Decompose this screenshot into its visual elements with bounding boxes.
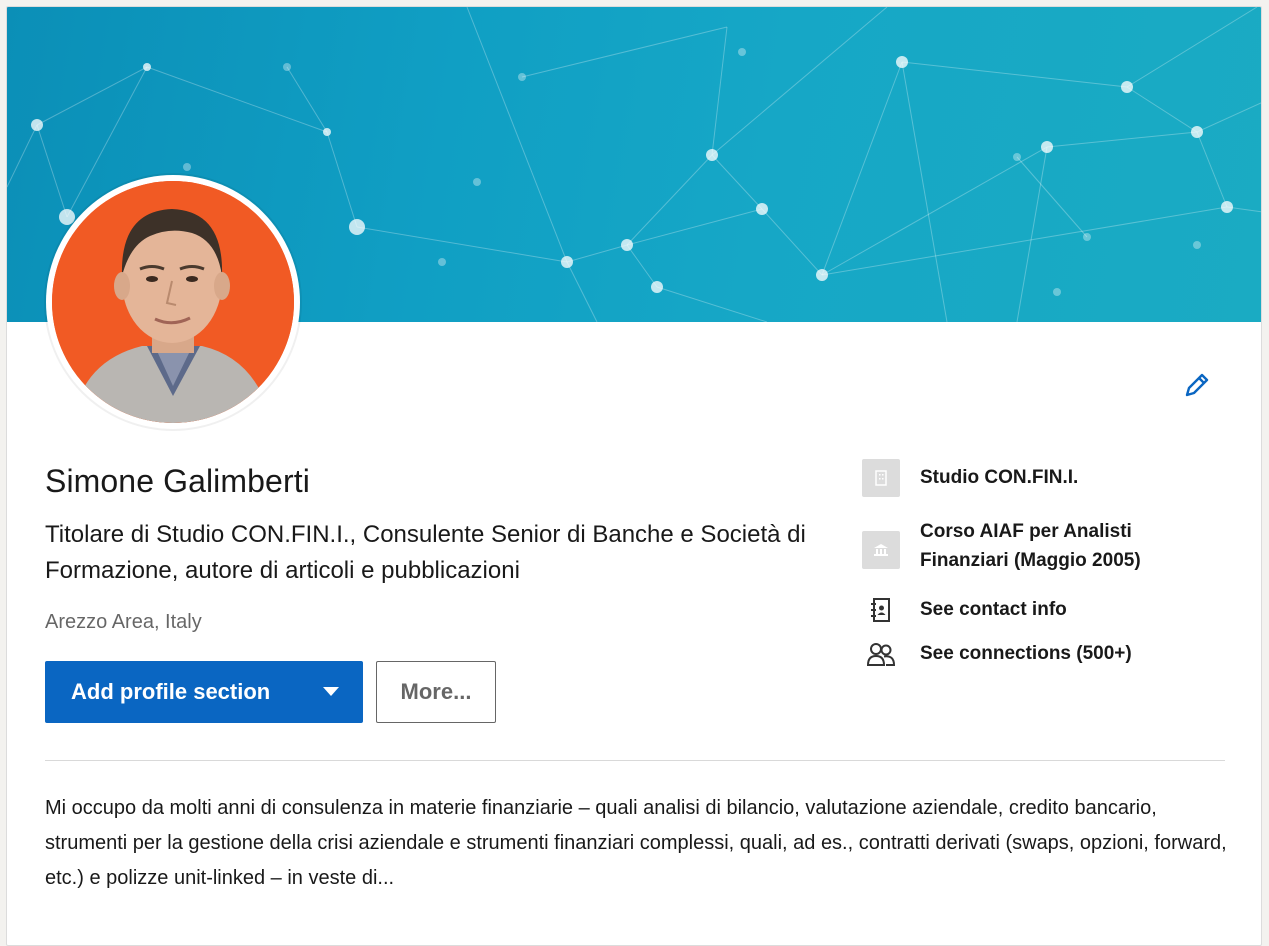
divider [45, 760, 1225, 761]
add-profile-section-label: Add profile section [71, 679, 271, 704]
add-profile-section-button[interactable]: Add profile section [45, 661, 363, 723]
people-icon [862, 639, 900, 669]
avatar-photo [52, 181, 294, 423]
more-label: More... [400, 679, 472, 704]
profile-headline: Titolare di Studio CON.FIN.I., Consulent… [45, 521, 806, 584]
contact-book-icon [862, 595, 900, 625]
person-photo-graphic [52, 181, 294, 423]
edit-profile-button[interactable] [1177, 365, 1217, 405]
company-name: Studio CON.FIN.I. [920, 467, 1079, 488]
profile-summary[interactable]: Mi occupo da molti anni di consulenza in… [45, 791, 1235, 896]
current-company-link[interactable]: Studio CON.FIN.I. [862, 459, 1220, 497]
profile-name: Simone Galimberti [45, 463, 310, 499]
profile-location: Arezzo Area, Italy [45, 611, 202, 633]
avatar[interactable] [46, 175, 300, 429]
connections-link[interactable]: See connections (500+) [862, 639, 1220, 669]
caret-down-icon [323, 687, 339, 696]
education-link[interactable]: Corso AIAF per Analisti Finanziari (Magg… [862, 521, 1220, 575]
contact-info-link[interactable]: See contact info [862, 595, 1220, 625]
profile-card: Simone Galimberti Titolare di Studio CON… [6, 6, 1262, 946]
more-button[interactable]: More... [376, 661, 496, 723]
connections-label: See connections (500+) [920, 643, 1132, 664]
building-icon [862, 459, 900, 497]
contact-info-label: See contact info [920, 599, 1067, 620]
pencil-icon [1185, 373, 1209, 397]
school-icon [862, 531, 900, 569]
education-name: Corso AIAF per Analisti Finanziari (Magg… [920, 521, 1141, 571]
